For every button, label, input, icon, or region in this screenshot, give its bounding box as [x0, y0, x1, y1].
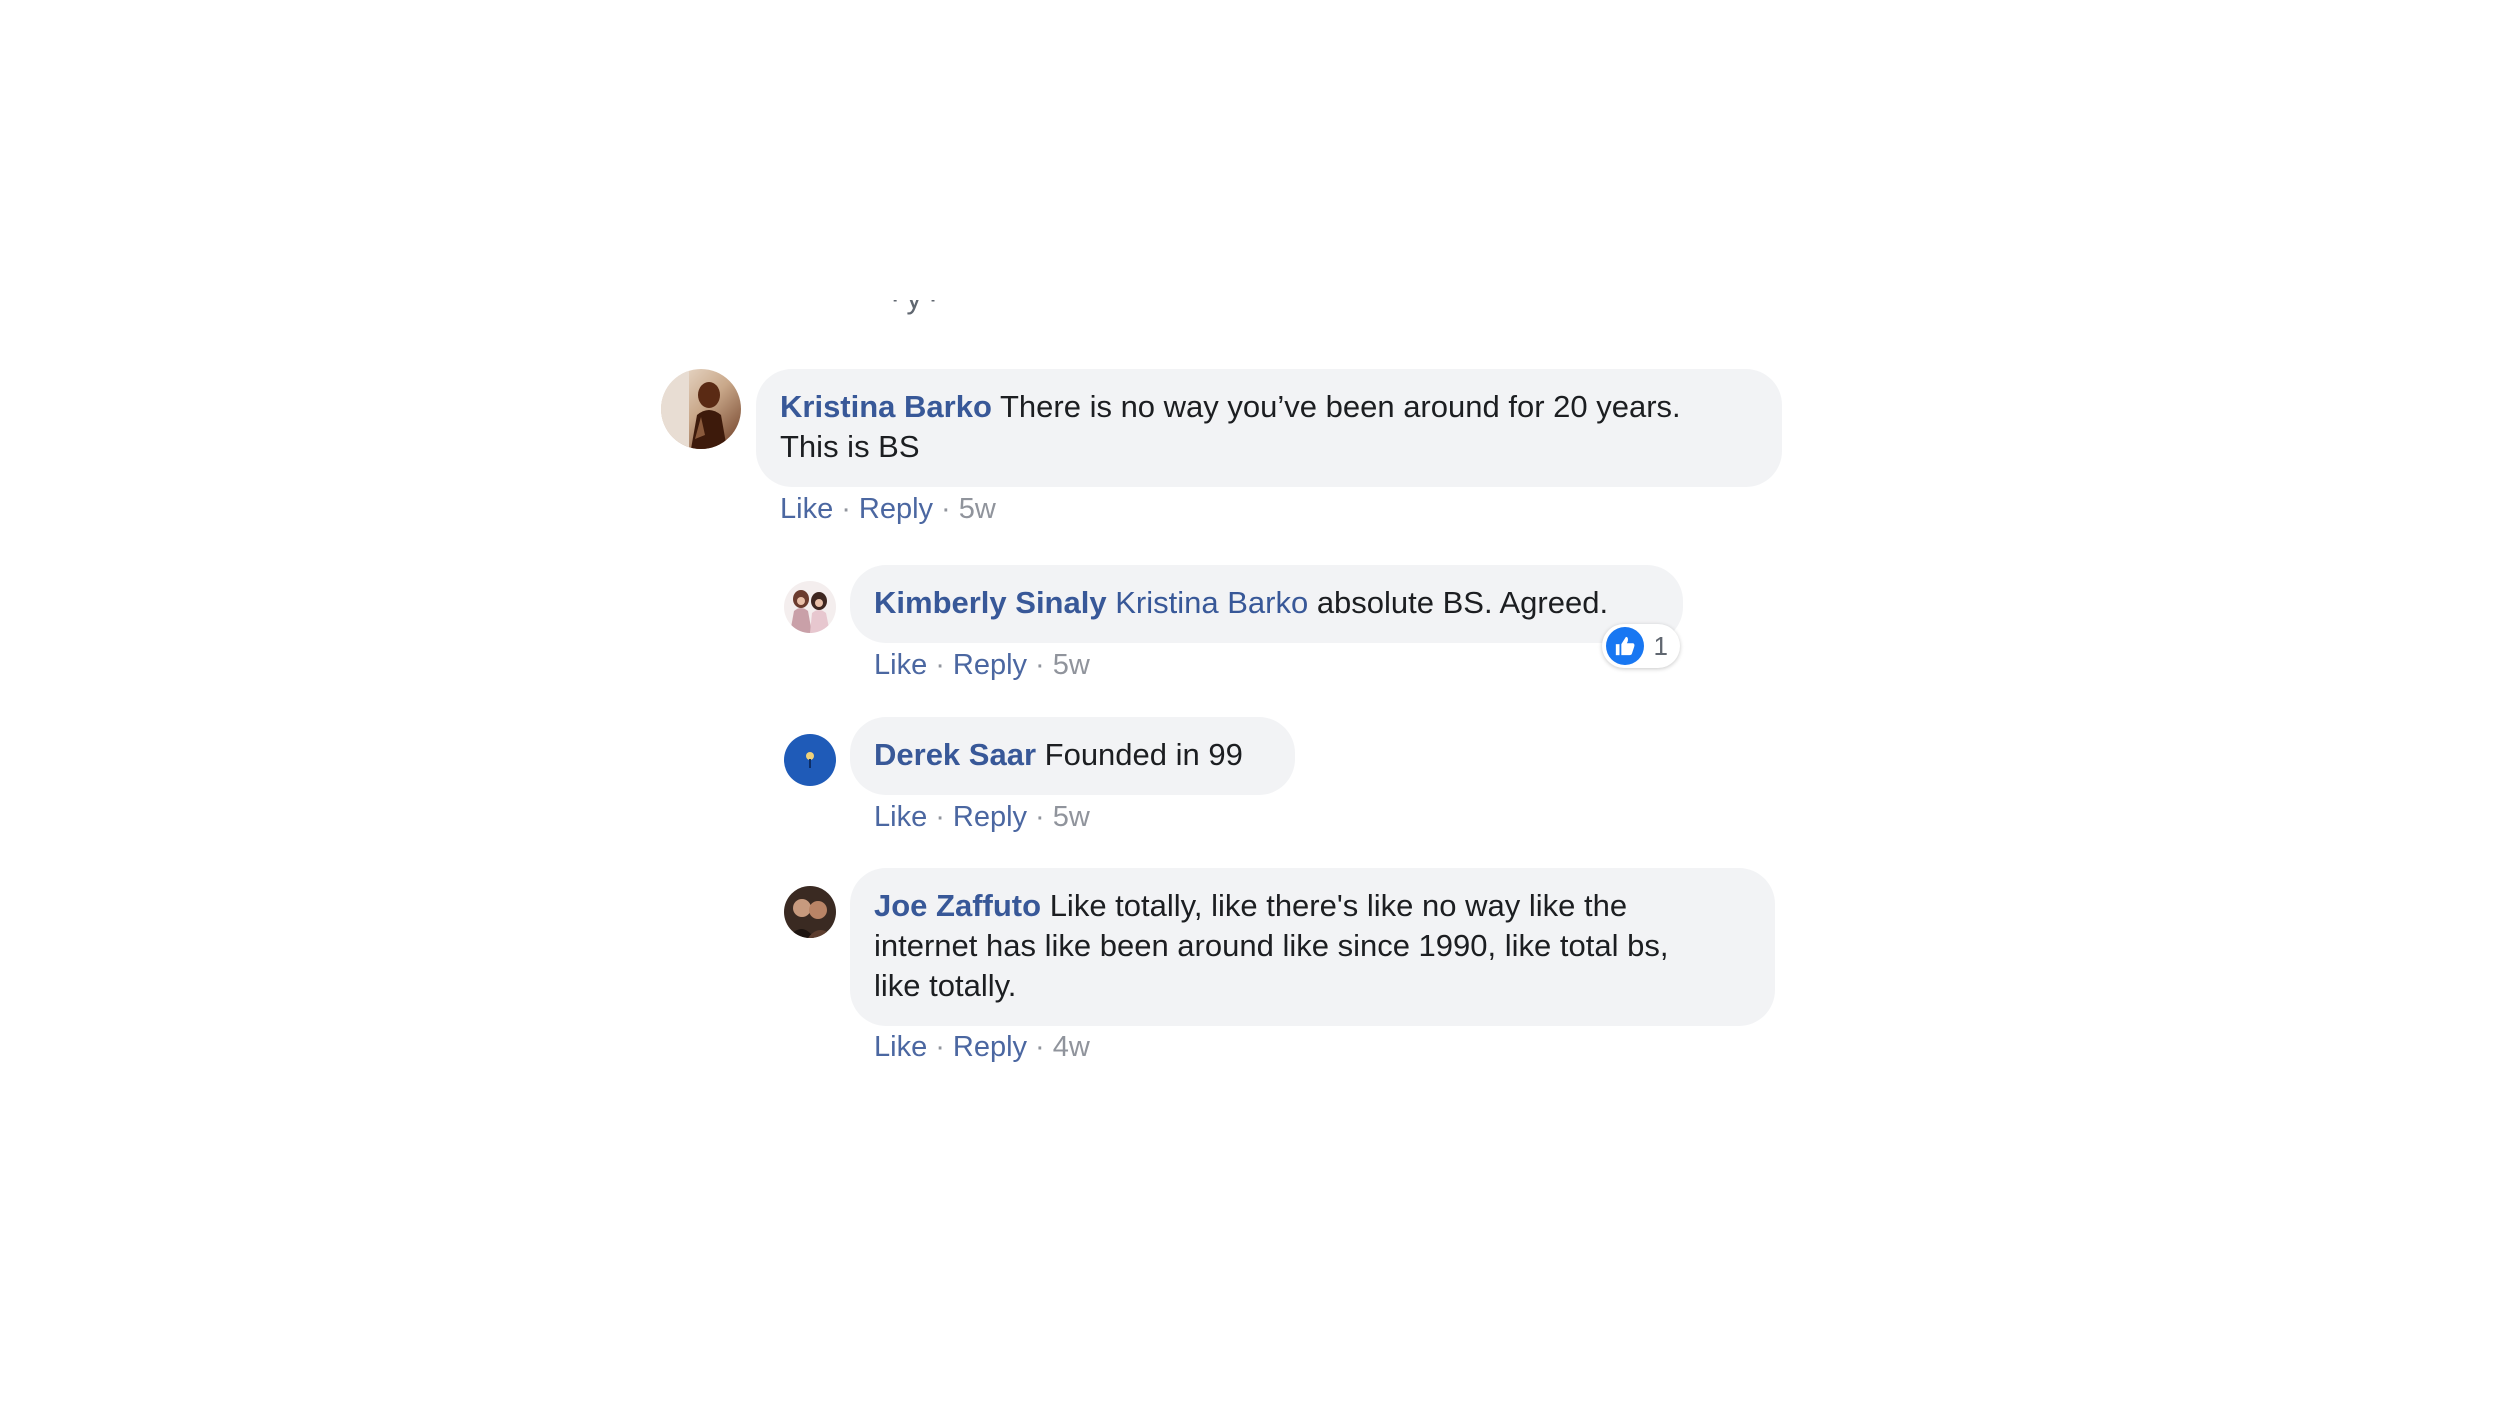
comment-author-link[interactable]: Kristina Barko	[780, 389, 992, 424]
comment-thread: ·y· Kristina Barko There is	[0, 0, 2500, 1406]
separator-dot: ·	[1035, 649, 1045, 681]
reply-link[interactable]: Reply	[953, 801, 1027, 833]
like-link[interactable]: Like	[780, 493, 833, 525]
profile-photo-icon	[784, 581, 836, 633]
comment-actions: Like · Reply · 4w	[874, 1029, 1090, 1065]
separator-dot: ·	[1035, 801, 1045, 833]
comment-text: Founded in 99	[1044, 737, 1243, 772]
comment-timestamp[interactable]: 5w	[1053, 649, 1090, 681]
reply-link[interactable]: Reply	[953, 1031, 1027, 1063]
reply-link[interactable]: Reply	[859, 493, 933, 525]
separator-dot: ·	[935, 801, 945, 833]
avatar[interactable]	[661, 369, 741, 449]
separator-dot: ·	[935, 649, 945, 681]
like-link[interactable]: Like	[874, 1031, 927, 1063]
separator-dot: ·	[935, 1031, 945, 1063]
profile-photo-icon	[784, 734, 836, 786]
comment-timestamp[interactable]: 5w	[1053, 801, 1090, 833]
comment-timestamp[interactable]: 5w	[959, 493, 996, 525]
profile-photo-icon	[661, 369, 741, 449]
avatar[interactable]	[784, 581, 836, 633]
comment-bubble: Joe Zaffuto Like totally, like there's l…	[850, 868, 1775, 1026]
reply-link[interactable]: Reply	[953, 649, 1027, 681]
separator-dot: ·	[1035, 1031, 1045, 1063]
comment-text: Like totally, like there's like no way l…	[1049, 888, 1628, 923]
comment-bubble: Kimberly Sinaly Kristina Barko absolute …	[850, 565, 1683, 643]
avatar[interactable]	[784, 734, 836, 786]
profile-photo-icon	[784, 886, 836, 938]
comment-bubble: Kristina Barko There is no way you’ve be…	[756, 369, 1782, 487]
comment-author-link[interactable]: Joe Zaffuto	[874, 888, 1041, 923]
comment-text-continued: internet has like been around like since…	[874, 928, 1669, 963]
comment-text-continued: like totally.	[874, 968, 1017, 1003]
comment-timestamp[interactable]: 4w	[1053, 1031, 1090, 1063]
comment-text-continued: This is BS	[780, 429, 920, 464]
comment-actions: Like · Reply · 5w	[874, 799, 1090, 835]
comment-bubble: Derek Saar Founded in 99	[850, 717, 1295, 795]
like-link[interactable]: Like	[874, 649, 927, 681]
mention-link[interactable]: Kristina Barko	[1115, 585, 1308, 620]
reaction-summary[interactable]: 1	[1602, 624, 1680, 668]
comment-text: absolute BS. Agreed.	[1316, 585, 1609, 620]
like-link[interactable]: Like	[874, 801, 927, 833]
comment-text: There is no way you’ve been around for 2…	[999, 389, 1681, 424]
separator-dot: ·	[941, 493, 951, 525]
comment-author-link[interactable]: Kimberly Sinaly	[874, 585, 1107, 620]
reaction-count: 1	[1653, 630, 1668, 661]
avatar[interactable]	[784, 886, 836, 938]
comment-author-link[interactable]: Derek Saar	[874, 737, 1036, 772]
thumbs-up-icon	[1606, 627, 1644, 665]
truncated-previous-actions: ·y·	[890, 300, 950, 334]
separator-dot: ·	[841, 493, 851, 525]
comment-actions: Like · Reply · 5w	[874, 647, 1090, 683]
comment-actions: Like · Reply · 5w	[780, 491, 996, 527]
